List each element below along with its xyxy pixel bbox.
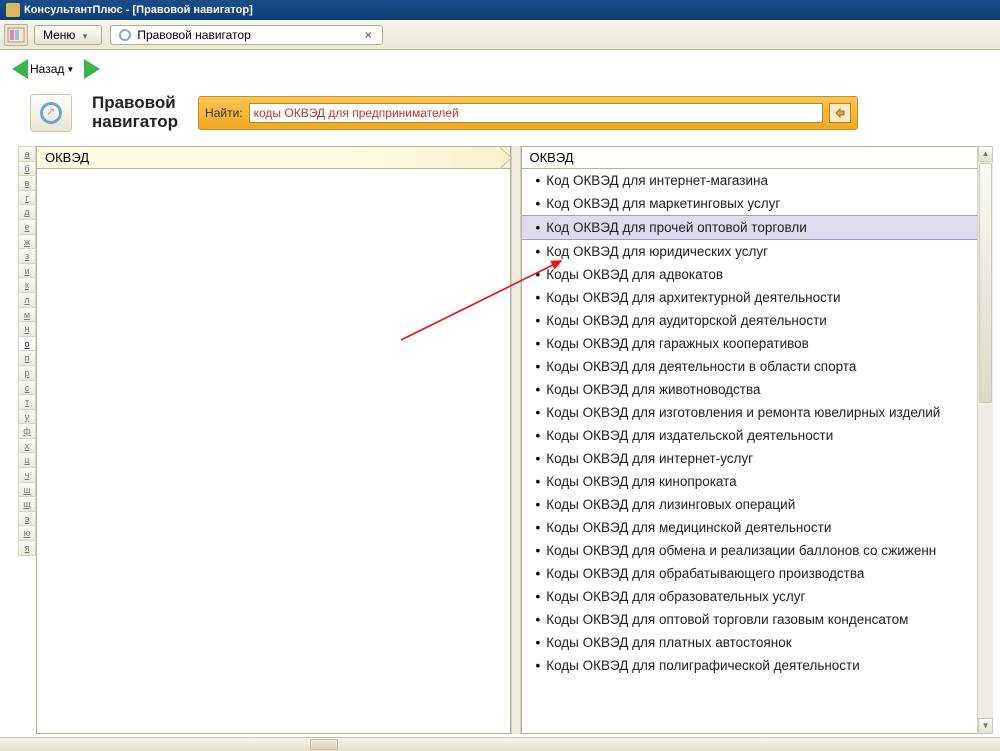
pane-divider[interactable] xyxy=(511,146,521,734)
alpha-д[interactable]: д xyxy=(18,204,36,220)
list-item[interactable]: Код ОКВЭД для маркетинговых услуг xyxy=(522,192,978,215)
scroll-up-icon[interactable]: ▲ xyxy=(978,146,993,162)
list-item[interactable]: Коды ОКВЭД для оптовой торговли газовым … xyxy=(522,608,978,631)
horizontal-scroll-thumb[interactable] xyxy=(310,739,338,750)
list-item[interactable]: Код ОКВЭД для юридических услуг xyxy=(522,240,978,263)
titlebar: КонсультантПлюс - [Правовой навигатор] xyxy=(0,0,1000,20)
alpha-ю[interactable]: ю xyxy=(18,525,36,541)
list-item[interactable]: Коды ОКВЭД для адвокатов xyxy=(522,263,978,286)
list-item[interactable]: Коды ОКВЭД для изготовления и ремонта юв… xyxy=(522,401,978,424)
search-label: Найти: xyxy=(205,106,243,120)
page-title: Правовой навигатор xyxy=(92,94,178,131)
alpha-ж[interactable]: ж xyxy=(18,234,36,250)
scroll-thumb[interactable] xyxy=(979,163,992,403)
alpha-я[interactable]: я xyxy=(18,540,36,556)
alpha-index: абвгдежзиклмнопрстуфхцчшщэюя xyxy=(18,146,36,734)
back-button[interactable]: Назад ▼ xyxy=(12,59,74,79)
arrow-left-icon xyxy=(12,59,28,79)
alpha-м[interactable]: м xyxy=(18,307,36,323)
alpha-э[interactable]: э xyxy=(18,511,36,527)
list-item[interactable]: Коды ОКВЭД для архитектурной деятельност… xyxy=(522,286,978,309)
list-item[interactable]: Код ОКВЭД для прочей оптовой торговли xyxy=(522,215,978,240)
content-row: абвгдежзиклмнопрстуфхцчшщэюя ОКВЭД ОКВЭД… xyxy=(18,146,993,734)
list-item[interactable]: Коды ОКВЭД для кинопроката xyxy=(522,470,978,493)
alpha-е[interactable]: е xyxy=(18,219,36,235)
left-panel-header: ОКВЭД xyxy=(37,147,510,169)
tab-label: Правовой навигатор xyxy=(137,28,250,42)
scroll-down-icon[interactable]: ▼ xyxy=(978,718,993,734)
app-menu-icon[interactable] xyxy=(4,24,28,46)
list-item[interactable]: Коды ОКВЭД для полиграфической деятельно… xyxy=(522,654,978,677)
menu-button[interactable]: Меню xyxy=(34,25,102,45)
alpha-с[interactable]: с xyxy=(18,380,36,396)
right-panel-header: ОКВЭД xyxy=(522,147,978,169)
alpha-з[interactable]: з xyxy=(18,248,36,264)
alpha-р[interactable]: р xyxy=(18,365,36,381)
search-bar: Найти: xyxy=(198,96,858,130)
nav-toolbar: Назад ▼ xyxy=(0,50,1000,88)
alpha-л[interactable]: л xyxy=(18,292,36,308)
chevron-down-icon: ▼ xyxy=(66,65,74,74)
alpha-п[interactable]: п xyxy=(18,350,36,366)
vertical-scrollbar[interactable]: ▲ ▼ xyxy=(977,146,993,734)
page-header: Правовой навигатор Найти: xyxy=(0,88,1000,138)
list-item[interactable]: Коды ОКВЭД для обрабатывающего производс… xyxy=(522,562,978,585)
alpha-ш[interactable]: ш xyxy=(18,482,36,498)
list-item[interactable]: Коды ОКВЭД для деятельности в области сп… xyxy=(522,355,978,378)
alpha-ц[interactable]: ц xyxy=(18,452,36,468)
navigator-icon xyxy=(30,94,72,132)
forward-button[interactable] xyxy=(84,59,100,79)
list-item[interactable]: Коды ОКВЭД для издательской деятельности xyxy=(522,424,978,447)
left-panel-body[interactable] xyxy=(37,169,510,733)
alpha-х[interactable]: х xyxy=(18,438,36,454)
alpha-о[interactable]: о xyxy=(18,336,36,352)
alpha-у[interactable]: у xyxy=(18,409,36,425)
alpha-а[interactable]: а xyxy=(18,146,36,162)
arrow-right-icon xyxy=(84,59,100,79)
list-item[interactable]: Коды ОКВЭД для интернет-услуг xyxy=(522,447,978,470)
search-input[interactable] xyxy=(249,103,823,123)
alpha-щ[interactable]: щ xyxy=(18,496,36,512)
menu-label: Меню xyxy=(43,28,75,42)
document-tab[interactable]: Правовой навигатор × xyxy=(110,25,382,45)
app-icon xyxy=(6,3,20,17)
right-panel-title: ОКВЭД xyxy=(530,150,574,165)
list-item[interactable]: Коды ОКВЭД для гаражных кооперативов xyxy=(522,332,978,355)
back-label: Назад xyxy=(30,62,64,76)
window-title: КонсультантПлюс - [Правовой навигатор] xyxy=(24,4,253,16)
alpha-н[interactable]: н xyxy=(18,321,36,337)
left-panel-title: ОКВЭД xyxy=(45,150,89,165)
list-item[interactable]: Коды ОКВЭД для обмена и реализации балло… xyxy=(522,539,978,562)
right-panel: ОКВЭД Код ОКВЭД для интернет-магазинаКод… xyxy=(521,146,978,734)
clear-search-icon[interactable] xyxy=(829,103,851,123)
close-tab-icon[interactable]: × xyxy=(363,28,374,42)
alpha-ф[interactable]: ф xyxy=(18,423,36,439)
alpha-т[interactable]: т xyxy=(18,394,36,410)
list-item[interactable]: Коды ОКВЭД для образовательных услуг xyxy=(522,585,978,608)
left-panel: ОКВЭД xyxy=(36,146,511,734)
alpha-и[interactable]: и xyxy=(18,263,36,279)
right-panel-body: Код ОКВЭД для интернет-магазинаКод ОКВЭД… xyxy=(522,169,978,733)
alpha-г[interactable]: г xyxy=(18,190,36,206)
alpha-ч[interactable]: ч xyxy=(18,467,36,483)
menubar: Меню Правовой навигатор × xyxy=(0,20,1000,50)
list-item[interactable]: Коды ОКВЭД для платных автостоянок xyxy=(522,631,978,654)
list-item[interactable]: Код ОКВЭД для интернет-магазина xyxy=(522,169,978,192)
list-item[interactable]: Коды ОКВЭД для лизинговых операций xyxy=(522,493,978,516)
list-item[interactable]: Коды ОКВЭД для аудиторской деятельности xyxy=(522,309,978,332)
compass-icon xyxy=(119,29,131,41)
list-item[interactable]: Коды ОКВЭД для медицинской деятельности xyxy=(522,516,978,539)
alpha-в[interactable]: в xyxy=(18,175,36,191)
list-item[interactable]: Коды ОКВЭД для животноводства xyxy=(522,378,978,401)
status-bar xyxy=(0,737,1000,751)
alpha-б[interactable]: б xyxy=(18,161,36,177)
alpha-к[interactable]: к xyxy=(18,277,36,293)
